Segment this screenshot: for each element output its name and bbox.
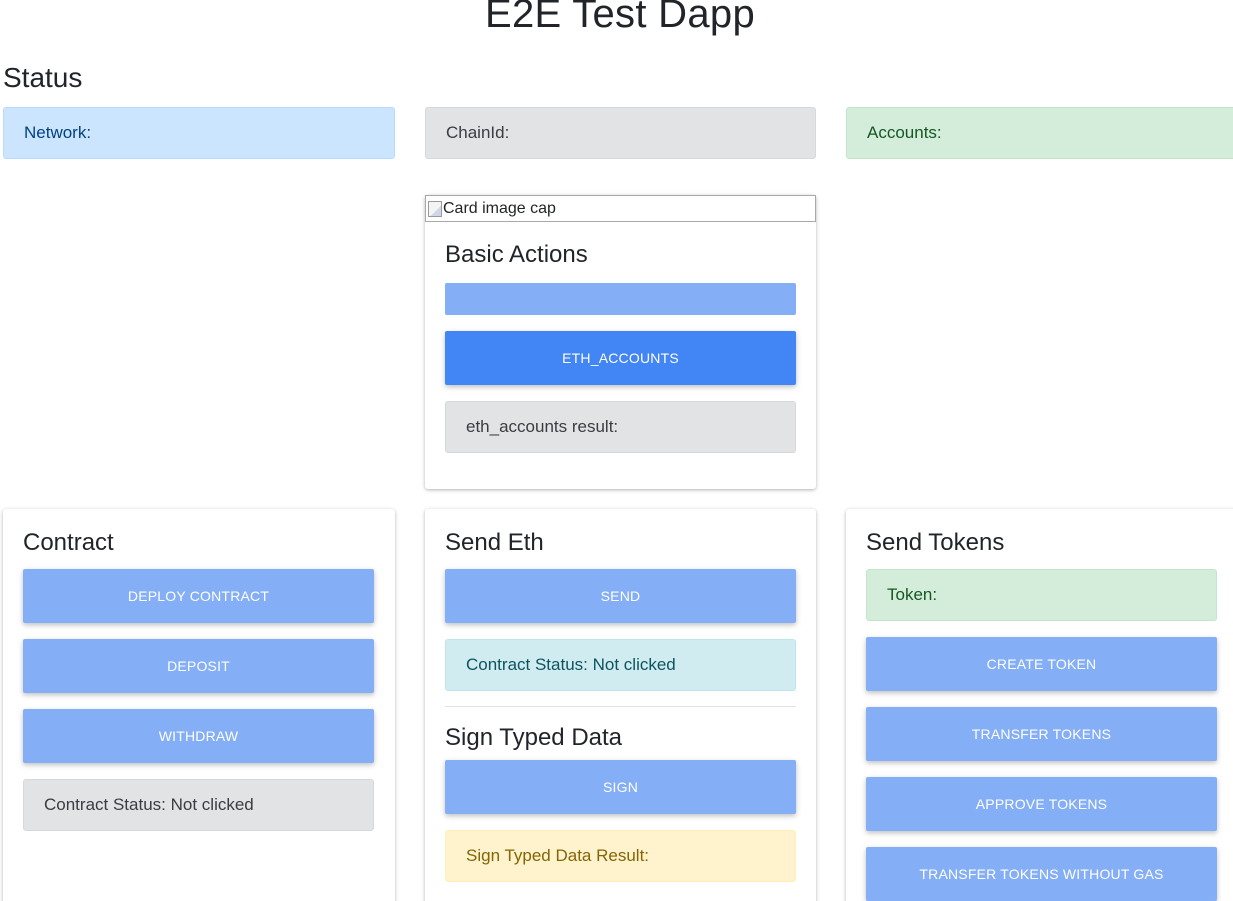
- send-button[interactable]: SEND: [445, 569, 796, 623]
- sign-button[interactable]: SIGN: [445, 760, 796, 814]
- basic-actions-title: Basic Actions: [445, 241, 588, 268]
- send-eth-title: Send Eth: [445, 529, 544, 556]
- network-status: Network:: [3, 107, 395, 159]
- transfer-tokens-without-gas-button[interactable]: TRANSFER TOKENS WITHOUT GAS: [866, 847, 1217, 901]
- contract-status: Contract Status: Not clicked: [23, 779, 374, 831]
- sign-typed-data-result-text: Sign Typed Data Result:: [466, 846, 650, 865]
- section-divider: [445, 706, 796, 707]
- send-eth-status-text: Contract Status: Not clicked: [466, 655, 676, 674]
- create-token-button[interactable]: CREATE TOKEN: [866, 637, 1217, 691]
- eth-accounts-result: eth_accounts result:: [445, 401, 796, 453]
- token-label: Token:: [887, 585, 938, 604]
- send-tokens-card: Send Tokens Token: CREATE TOKEN TRANSFER…: [846, 509, 1233, 901]
- eth-accounts-result-text: eth_accounts result:: [466, 417, 619, 436]
- withdraw-button[interactable]: WITHDRAW: [23, 709, 374, 763]
- sign-typed-data-title: Sign Typed Data: [445, 724, 623, 751]
- sign-typed-data-result: Sign Typed Data Result:: [445, 830, 796, 882]
- transfer-tokens-button[interactable]: TRANSFER TOKENS: [866, 707, 1217, 761]
- approve-tokens-button[interactable]: APPROVE TOKENS: [866, 777, 1217, 831]
- card-image-alt: Card image cap: [443, 199, 556, 217]
- eth-accounts-button[interactable]: ETH_ACCOUNTS: [445, 331, 796, 385]
- contract-card: Contract DEPLOY CONTRACT DEPOSIT WITHDRA…: [3, 509, 395, 901]
- send-eth-status: Contract Status: Not clicked: [445, 639, 796, 691]
- contract-title: Contract: [23, 529, 114, 556]
- deploy-contract-button[interactable]: DEPLOY CONTRACT: [23, 569, 374, 623]
- card-image: Card image cap: [425, 195, 816, 222]
- send-eth-card: Send Eth SEND Contract Status: Not click…: [425, 509, 816, 901]
- chainid-status: ChainId:: [425, 107, 816, 159]
- network-label: Network:: [24, 123, 92, 142]
- broken-image-icon: [428, 200, 442, 217]
- connect-button[interactable]: [445, 283, 796, 315]
- status-heading: Status: [3, 62, 83, 93]
- basic-actions-card: Card image cap Basic Actions ETH_ACCOUNT…: [425, 195, 816, 489]
- accounts-status: Accounts:: [846, 107, 1233, 159]
- deposit-button[interactable]: DEPOSIT: [23, 639, 374, 693]
- send-tokens-title: Send Tokens: [866, 529, 1005, 556]
- accounts-label: Accounts:: [867, 123, 942, 142]
- contract-status-text: Contract Status: Not clicked: [44, 795, 254, 814]
- chainid-label: ChainId:: [446, 123, 510, 142]
- page-title: E2E Test Dapp: [485, 0, 755, 36]
- token-status: Token:: [866, 569, 1217, 621]
